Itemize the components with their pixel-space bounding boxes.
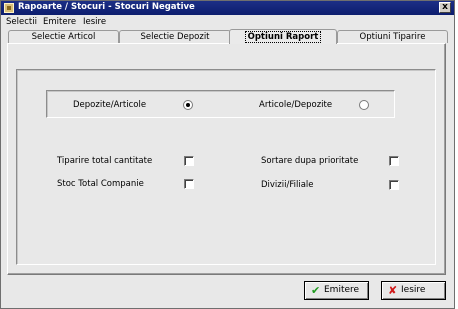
menu-bar: Selectii Emitere Iesire — [1, 15, 454, 28]
sort-radio-group: Depozite/Articole Articole/Depozite — [46, 90, 395, 118]
menu-iesire[interactable]: Iesire — [83, 17, 106, 27]
tab-label: Selectie Articol — [31, 32, 96, 42]
checkbox-tiparire-total-label: Tiparire total cantitate — [57, 156, 153, 166]
emitere-button[interactable]: ✔ Emitere — [304, 281, 369, 300]
app-icon — [4, 3, 14, 13]
tab-label: Optiuni Raport — [244, 31, 322, 43]
radio-depozite-articole[interactable] — [183, 100, 193, 110]
checkbox-sortare[interactable] — [389, 156, 399, 166]
emitere-button-label: Emitere — [324, 285, 360, 295]
checkbox-divizii-label: Divizii/Filiale — [261, 180, 314, 190]
tab-selectie-depozit[interactable]: Selectie Depozit — [119, 30, 231, 43]
checkbox-tiparire-total[interactable] — [184, 156, 194, 166]
report-window: Rapoarte / Stocuri - Stocuri Negative x … — [0, 0, 455, 309]
checkbox-sortare-label: Sortare dupa prioritate — [261, 156, 359, 166]
radio-articole-depozite[interactable] — [359, 100, 369, 110]
checkbox-divizii[interactable] — [389, 180, 399, 190]
menu-emitere[interactable]: Emitere — [43, 17, 76, 27]
menu-selectii[interactable]: Selectii — [6, 17, 37, 27]
tab-optiuni-tiparire[interactable]: Optiuni Tiparire — [337, 30, 448, 43]
checkbox-stoc-total-label: Stoc Total Companie — [57, 179, 144, 189]
checkbox-stoc-total[interactable] — [184, 179, 194, 189]
close-button[interactable]: x — [439, 2, 451, 13]
tab-selectie-articol[interactable]: Selectie Articol — [8, 30, 119, 43]
tab-label: Selectie Depozit — [140, 32, 210, 42]
cross-icon: ✘ — [388, 284, 398, 297]
radio-depozite-articole-label: Depozite/Articole — [73, 100, 147, 110]
window-title: Rapoarte / Stocuri - Stocuri Negative — [18, 2, 195, 12]
tab-optiuni-raport[interactable]: Optiuni Raport — [229, 29, 337, 44]
tab-label: Optiuni Tiparire — [359, 32, 426, 42]
iesire-button-label: Iesire — [401, 285, 426, 295]
checkmark-icon: ✔ — [311, 284, 321, 297]
iesire-button[interactable]: ✘ Iesire — [381, 281, 446, 300]
radio-articole-depozite-label: Articole/Depozite — [259, 100, 333, 110]
title-bar: Rapoarte / Stocuri - Stocuri Negative x — [1, 1, 454, 15]
